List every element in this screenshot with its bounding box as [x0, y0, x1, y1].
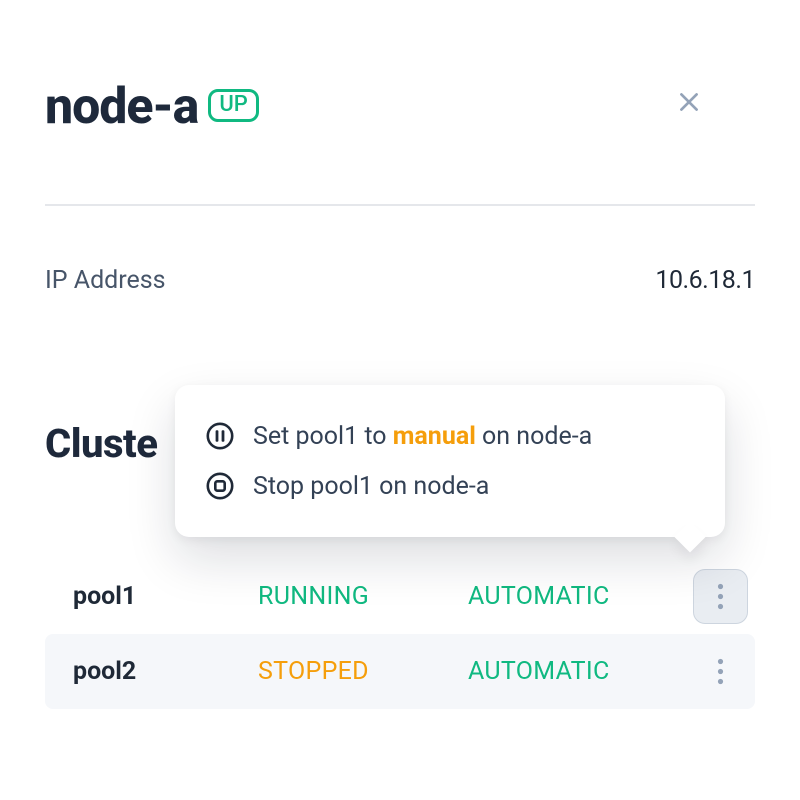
pool-status: STOPPED [258, 657, 468, 686]
pool-mode: AUTOMATIC [468, 657, 685, 686]
divider [45, 204, 755, 206]
table-row: pool2 STOPPED AUTOMATIC [45, 634, 755, 709]
pool-name: pool1 [73, 582, 258, 611]
more-actions-button[interactable] [693, 569, 748, 624]
pool-mode: AUTOMATIC [468, 582, 685, 611]
menu-text-post: on node-a [476, 422, 592, 451]
menu-text-accent: manual [393, 422, 476, 451]
ip-address-row: IP Address 10.6.18.1 [45, 266, 755, 295]
menu-item-stop-pool[interactable]: Stop pool1 on node-a [201, 461, 695, 511]
menu-item-label: Stop pool1 on node-a [253, 472, 489, 501]
title-row: node-a UP [45, 78, 755, 136]
close-icon [676, 89, 702, 115]
more-actions-button[interactable] [693, 644, 748, 699]
more-cell [685, 569, 755, 624]
pool-name: pool2 [73, 657, 258, 686]
menu-text-pre: Stop pool1 on node-a [253, 472, 489, 501]
menu-text-pre: Set pool1 to [253, 422, 393, 451]
pools-table: pool1 RUNNING AUTOMATIC pool2 STOPPED AU… [45, 559, 755, 709]
ip-value: 10.6.18.1 [655, 266, 755, 295]
menu-item-set-manual[interactable]: Set pool1 to manual on node-a [201, 411, 695, 461]
pool-status: RUNNING [258, 582, 468, 611]
more-vertical-icon [717, 658, 724, 685]
more-cell [685, 644, 755, 699]
node-title: node-a [45, 78, 198, 136]
panel-header: node-a UP [45, 0, 755, 136]
actions-popover: Set pool1 to manual on node-a Stop pool1… [175, 385, 725, 537]
pause-icon [205, 421, 235, 451]
stop-icon [205, 471, 235, 501]
close-button[interactable] [673, 86, 705, 118]
ip-label: IP Address [45, 266, 166, 295]
menu-item-label: Set pool1 to manual on node-a [253, 422, 592, 451]
table-row: pool1 RUNNING AUTOMATIC [45, 559, 755, 634]
node-detail-panel: node-a UP IP Address 10.6.18.1 Cluste po… [0, 0, 800, 800]
status-badge-up: UP [208, 89, 258, 122]
more-vertical-icon [717, 583, 724, 610]
